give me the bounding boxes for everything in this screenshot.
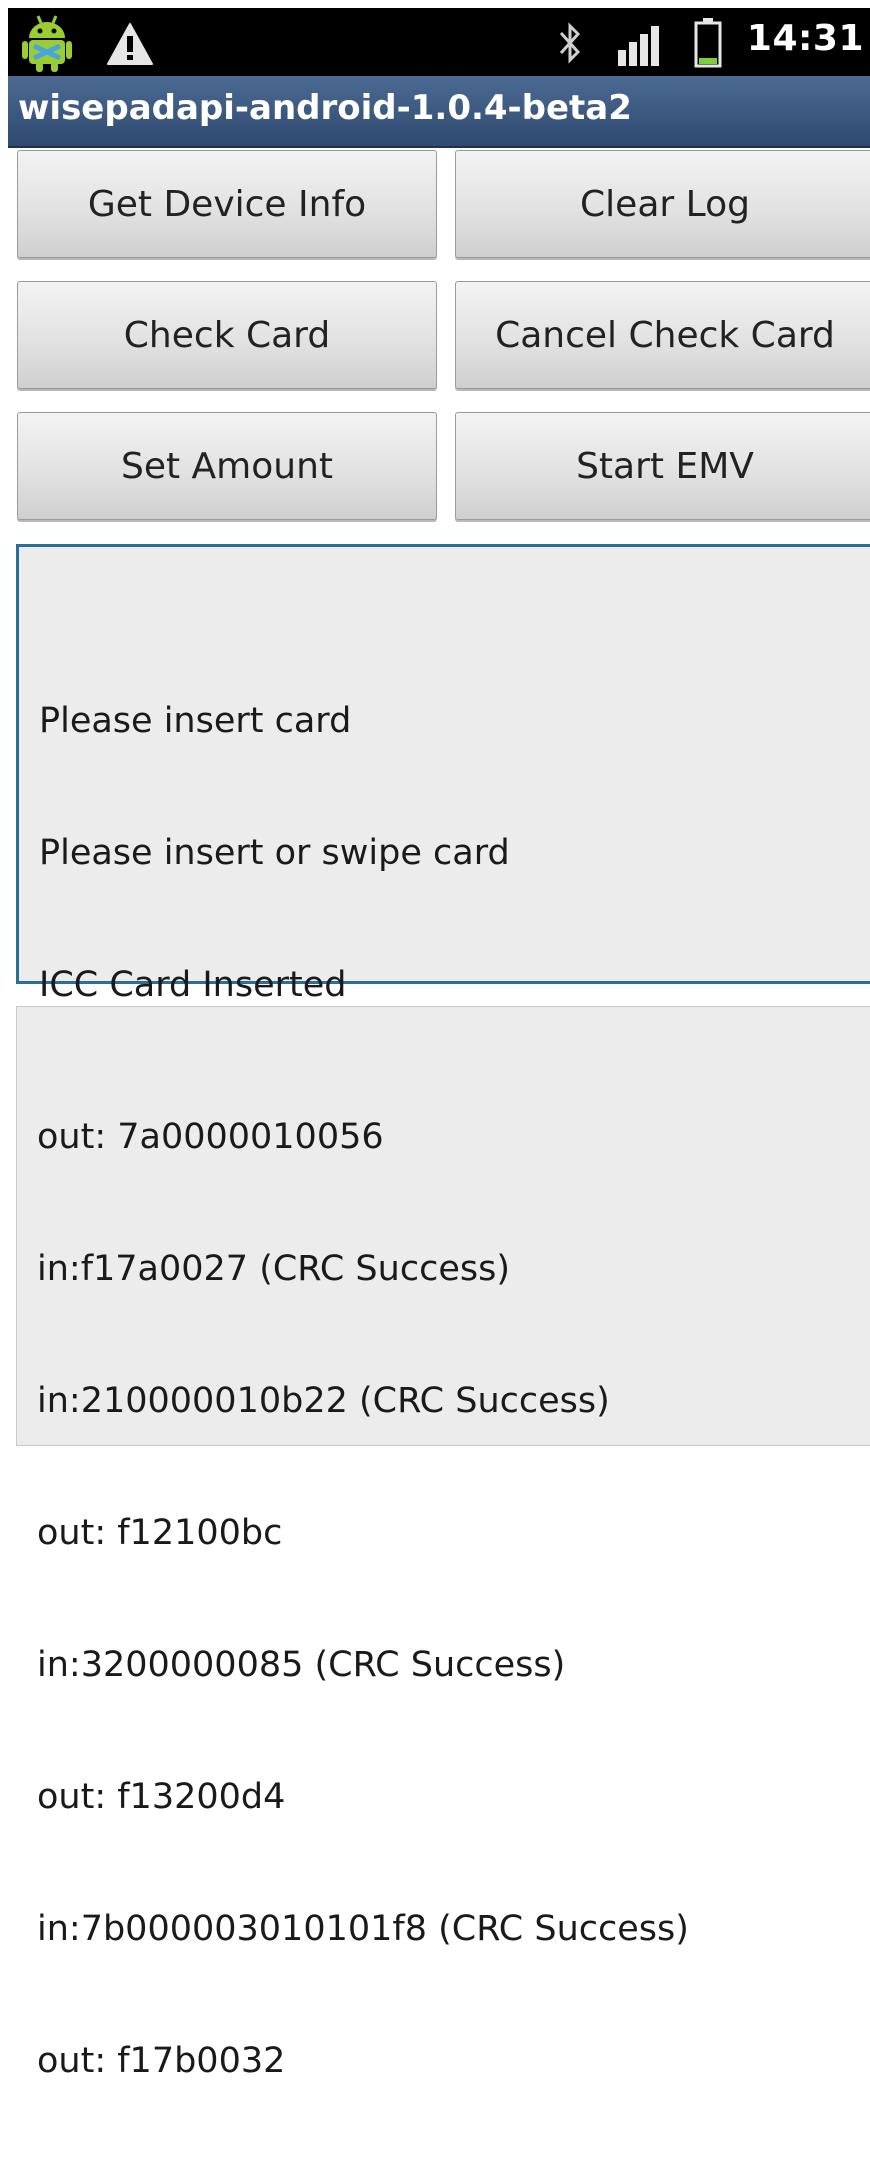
check-card-label: Check Card — [123, 314, 331, 356]
start-emv-label: Start EMV — [576, 445, 754, 487]
status-time: 14:31 — [746, 18, 864, 59]
top-margin — [0, 0, 870, 8]
title-bar: wisepadapi-android-1.0.4-beta2 — [8, 76, 870, 148]
clear-log-label: Clear Log — [580, 183, 750, 225]
log-line: ICC Card Inserted — [39, 965, 347, 1005]
set-amount-label: Set Amount — [120, 445, 334, 487]
battery-icon — [694, 18, 722, 68]
log-line: Please insert or swipe card — [39, 833, 510, 873]
status-bar: 14:31 — [8, 8, 870, 76]
log-line: out: 7a0000010056 — [37, 1117, 384, 1157]
log-line: in:f17a0027 (CRC Success) — [37, 1249, 510, 1289]
bluetooth-icon — [559, 22, 581, 64]
get-device-info-label: Get Device Info — [87, 183, 367, 225]
clear-log-button[interactable]: Clear Log — [455, 150, 870, 258]
log-line: out: f17b0032 — [37, 2041, 286, 2081]
set-amount-button[interactable]: Set Amount — [17, 412, 437, 520]
cancel-check-card-button[interactable]: Cancel Check Card — [455, 281, 870, 389]
log-line: in:210000010b22 (CRC Success) — [37, 1381, 610, 1421]
communication-log-lines: out: 7a0000010056 in:f17a0027 (CRC Succe… — [37, 1027, 689, 2171]
cancel-check-card-label: Cancel Check Card — [495, 314, 835, 356]
log-line: in:3200000085 (CRC Success) — [37, 1645, 566, 1685]
start-emv-button[interactable]: Start EMV — [455, 412, 870, 520]
get-device-info-button[interactable]: Get Device Info — [17, 150, 437, 258]
signal-icon — [618, 26, 659, 66]
status-log-textbox[interactable]: Please insert card Please insert or swip… — [16, 544, 870, 1005]
check-card-button[interactable]: Check Card — [17, 281, 437, 389]
android-debug-icon — [22, 15, 72, 72]
log-line: out: f13200d4 — [37, 1777, 286, 1817]
communication-log-textbox[interactable]: out: 7a0000010056 in:f17a0027 (CRC Succe… — [16, 1006, 870, 2081]
log-line: in:7b000003010101f8 (CRC Success) — [37, 1909, 689, 1949]
log-line: out: f12100bc — [37, 1513, 283, 1553]
app-title: wisepadapi-android-1.0.4-beta2 — [18, 88, 632, 128]
warning-icon — [107, 23, 153, 65]
log-line: Please insert card — [39, 701, 352, 741]
